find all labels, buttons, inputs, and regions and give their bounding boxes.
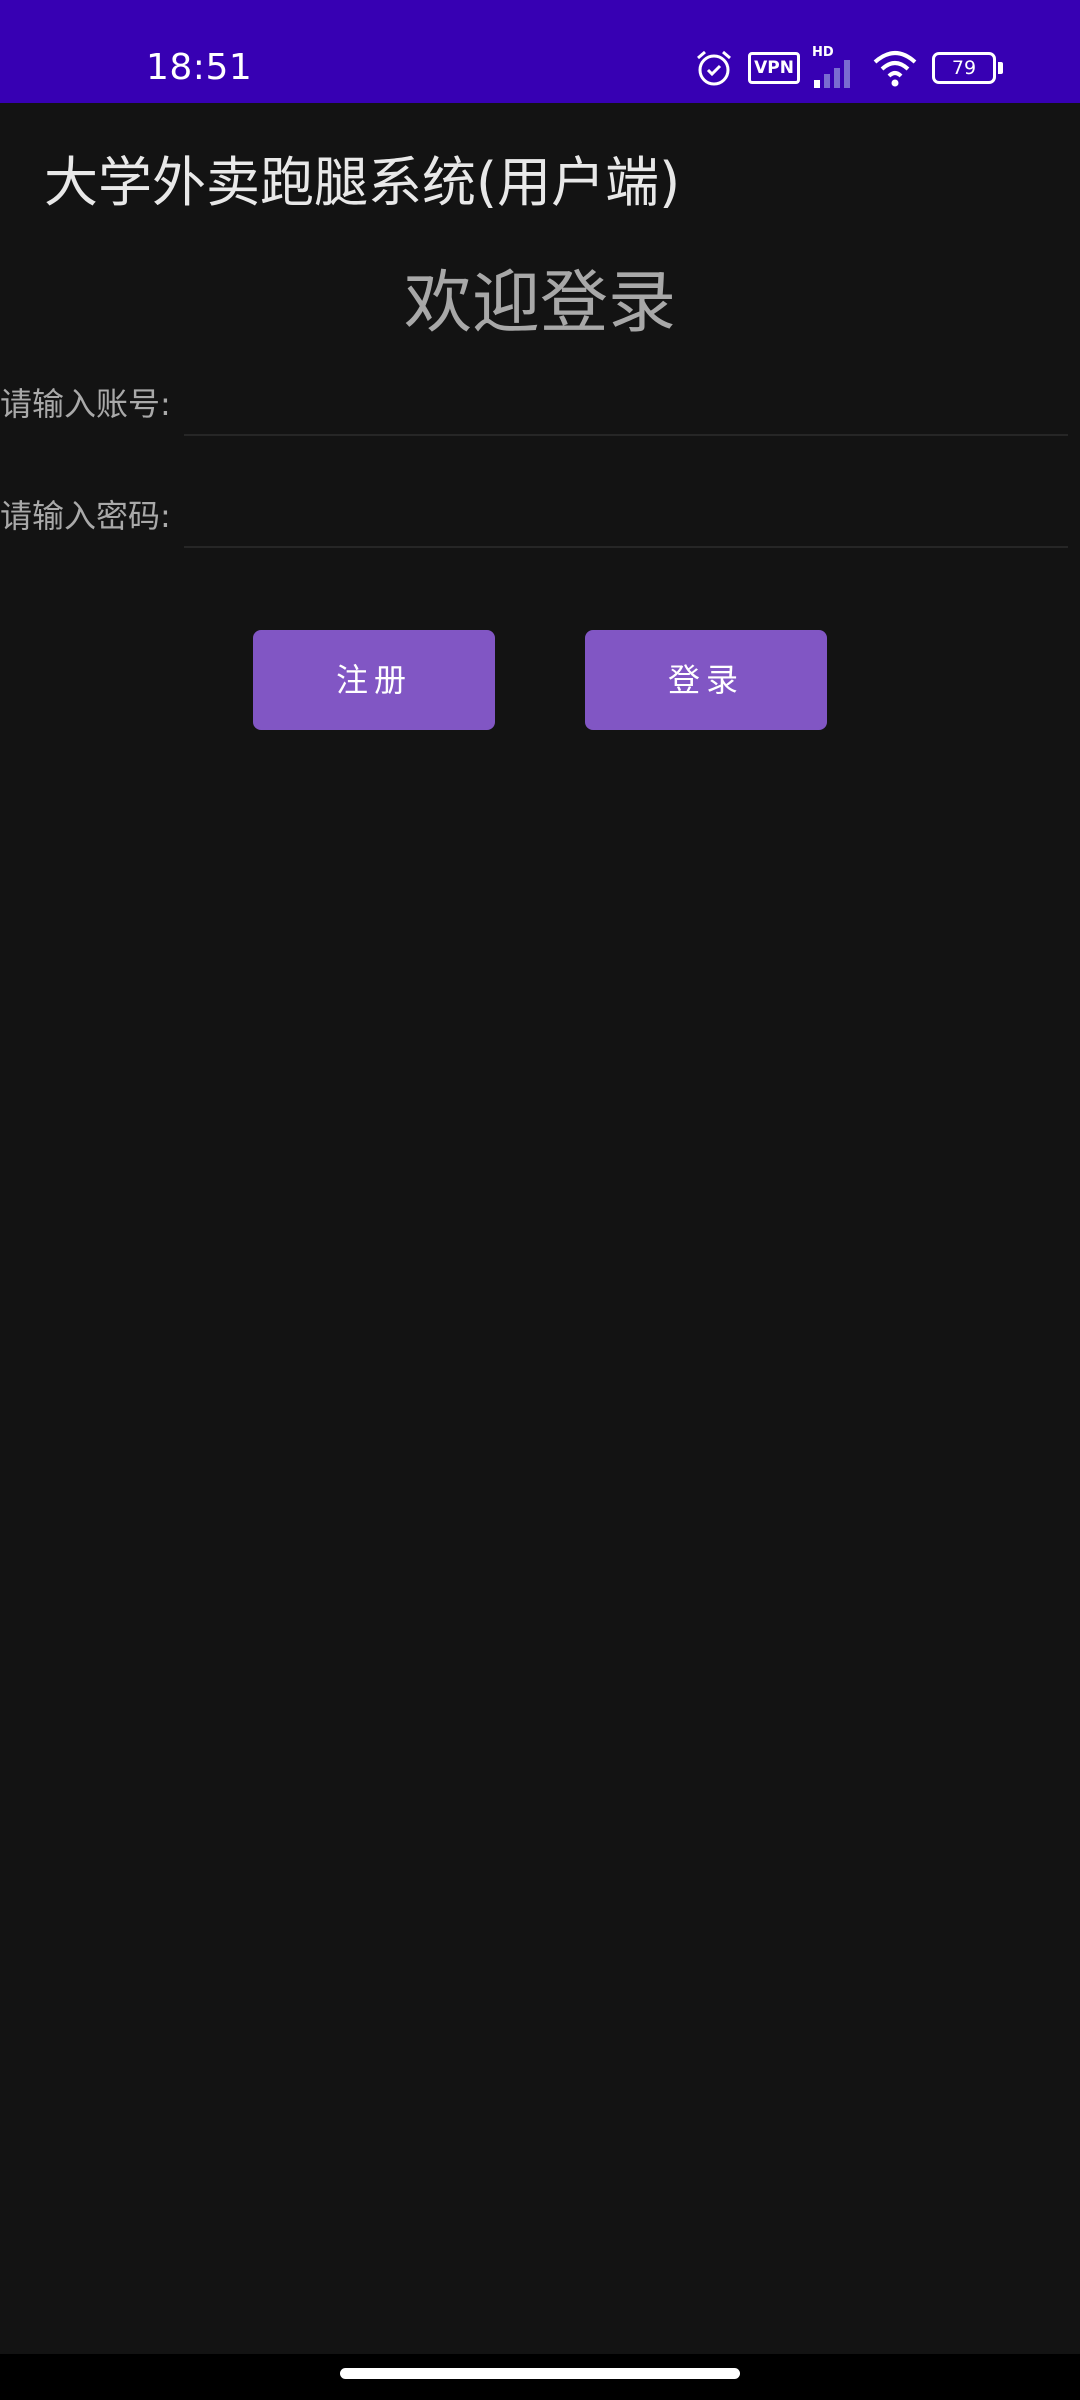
- battery-icon: 79: [932, 52, 1006, 84]
- register-button[interactable]: 注册: [253, 630, 495, 730]
- login-button[interactable]: 登录: [585, 630, 827, 730]
- battery-level: 79: [951, 57, 977, 79]
- account-row: 请输入账号:: [0, 370, 1080, 440]
- navigation-bar: [0, 2354, 1080, 2400]
- welcome-heading: 欢迎登录: [403, 264, 676, 343]
- account-input[interactable]: [184, 370, 1068, 436]
- app-title: 大学外卖跑腿系统(用户端): [44, 151, 681, 214]
- status-icons: VPN HD 79: [694, 46, 1024, 90]
- status-bar: 18:51 VPN HD 79: [0, 0, 1080, 103]
- password-row: 请输入密码:: [0, 482, 1080, 552]
- password-label: 请输入密码:: [0, 497, 171, 535]
- home-indicator[interactable]: [340, 2368, 740, 2379]
- signal-icon: HD: [812, 46, 862, 90]
- vpn-label: VPN: [754, 58, 794, 78]
- alarm-icon: [694, 48, 734, 88]
- status-time: 18:51: [146, 47, 253, 88]
- vpn-icon: VPN: [748, 52, 800, 84]
- wifi-icon: [872, 48, 918, 88]
- account-label: 请输入账号:: [0, 385, 171, 423]
- password-input[interactable]: [184, 482, 1068, 548]
